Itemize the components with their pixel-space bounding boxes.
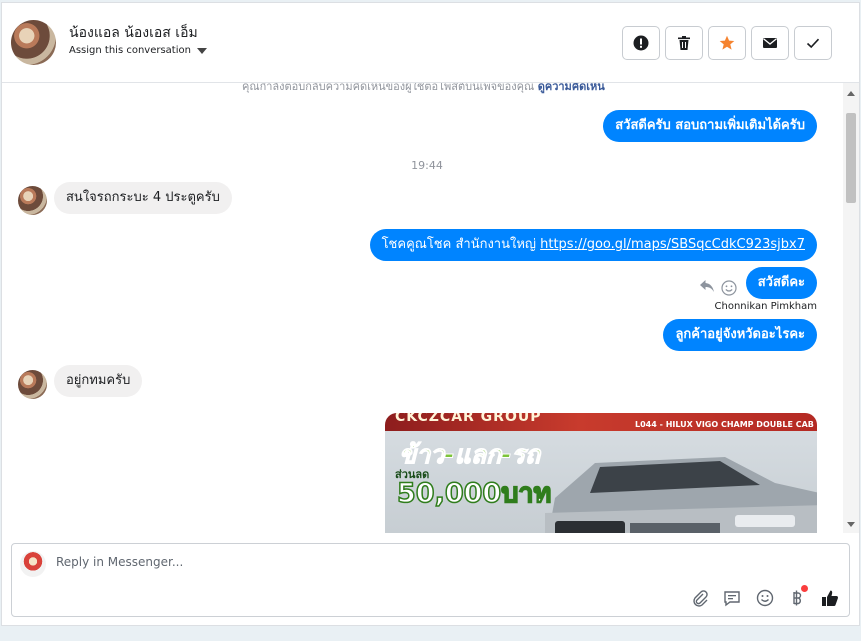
scroll-thumb[interactable] [846,113,856,203]
reply-input[interactable] [56,555,556,569]
mark-spam-button[interactable] [622,26,660,60]
message-bubble-outgoing[interactable]: ลูกค้าอยู่จังหวัดอะไรคะ [663,319,817,351]
pickup-truck-image [545,457,817,533]
notice-text: คุณกำลังตอบกลับความคิดเห็นของผู้ใช้ต่อโพ… [242,83,535,93]
message-bubble-outgoing[interactable]: โชคคูณโชค สำนักงานใหญ่ https://goo.gl/ma… [369,229,817,261]
reply-icon[interactable] [699,279,715,293]
ad-brand-text: CKCZCAR GROUP [395,413,542,425]
saved-replies-button[interactable] [722,588,742,608]
messenger-frame: น้องแอล น้องเอส เอ็ม Assign this convers… [0,0,861,641]
thumbs-up-icon [822,590,838,606]
message-bubble-incoming[interactable]: สนใจรถกระบะ 4 ประตูครับ [54,182,232,214]
message-text: สวัสดีครับ สอบถามเพิ่มเติมได้ครับ [615,118,805,133]
assign-label: Assign this conversation [69,45,191,56]
assign-conversation-dropdown[interactable]: Assign this conversation [69,45,207,56]
message-text: อยู่กทมครับ [66,373,131,388]
scroll-down-arrow-icon[interactable] [847,522,855,527]
ad-banner: CKCZCAR GROUP L044 - HILUX VIGO CHAMP DO… [385,413,817,431]
message-timestamp: 19:44 [411,159,443,172]
scroll-up-arrow-icon[interactable] [847,91,855,96]
mail-button[interactable] [751,26,789,60]
message-text: สวัสดีคะ [757,275,805,290]
like-button[interactable] [820,588,840,608]
reply-composer [11,543,850,617]
conversation-header: น้องแอล น้องเอส เอ็ม Assign this convers… [2,3,859,83]
contact-avatar-small[interactable] [18,186,47,215]
page-avatar [20,551,46,577]
emoji-icon [756,589,774,607]
saved-reply-icon [724,591,740,607]
delete-button[interactable] [665,26,703,60]
star-icon [719,35,735,50]
conversation-panel: น้องแอล น้องเอส เอ็ม Assign this convers… [1,2,860,626]
contact-name[interactable]: น้องแอล น้องเอส เอ็ม [69,22,198,44]
map-link[interactable]: https://goo.gl/maps/SBSqcCdkC923sjbx7 [540,237,805,252]
star-button[interactable] [708,26,746,60]
paperclip-icon [693,590,708,607]
payment-button[interactable] [787,585,808,608]
attach-file-button[interactable] [690,588,710,608]
message-text: โชคคูณโชค สำนักงานใหญ่ [381,237,541,252]
trash-icon [678,36,690,50]
contact-avatar-small[interactable] [18,370,47,399]
message-bubble-outgoing[interactable]: สวัสดีครับ สอบถามเพิ่มเติมได้ครับ [603,110,817,142]
emoji-button[interactable] [755,588,775,608]
reply-context-notice: คุณกำลังตอบกลับความคิดเห็นของผู้ใช้ต่อโพ… [242,83,605,95]
check-icon [806,38,820,49]
image-attachment[interactable]: CKCZCAR GROUP L044 - HILUX VIGO CHAMP DO… [385,413,817,533]
exclamation-icon [633,35,649,51]
emoji-react-icon[interactable] [721,280,737,296]
message-bubble-incoming[interactable]: อยู่กทมครับ [54,365,143,397]
message-list[interactable]: คุณกำลังตอบกลับความคิดเห็นของผู้ใช้ต่อโพ… [2,83,843,533]
envelope-icon [763,38,777,48]
message-bubble-outgoing[interactable]: สวัสดีคะ [745,267,817,299]
contact-avatar[interactable] [11,20,56,65]
mark-done-button[interactable] [794,26,832,60]
message-text: สนใจรถกระบะ 4 ประตูครับ [66,190,220,205]
notification-dot [801,585,808,592]
caret-down-icon [196,47,207,54]
ad-model-text: L044 - HILUX VIGO CHAMP DOUBLE CAB 2.5 E… [635,420,817,429]
view-comment-link[interactable]: ดูความคิดเห็น [538,83,605,93]
message-scrollbar[interactable] [843,83,859,533]
sender-name: Chonnikan Pimkham [714,301,817,312]
ad-promo-amount: 50,000บาท [396,477,552,510]
message-text: ลูกค้าอยู่จังหวัดอะไรคะ [675,327,805,342]
